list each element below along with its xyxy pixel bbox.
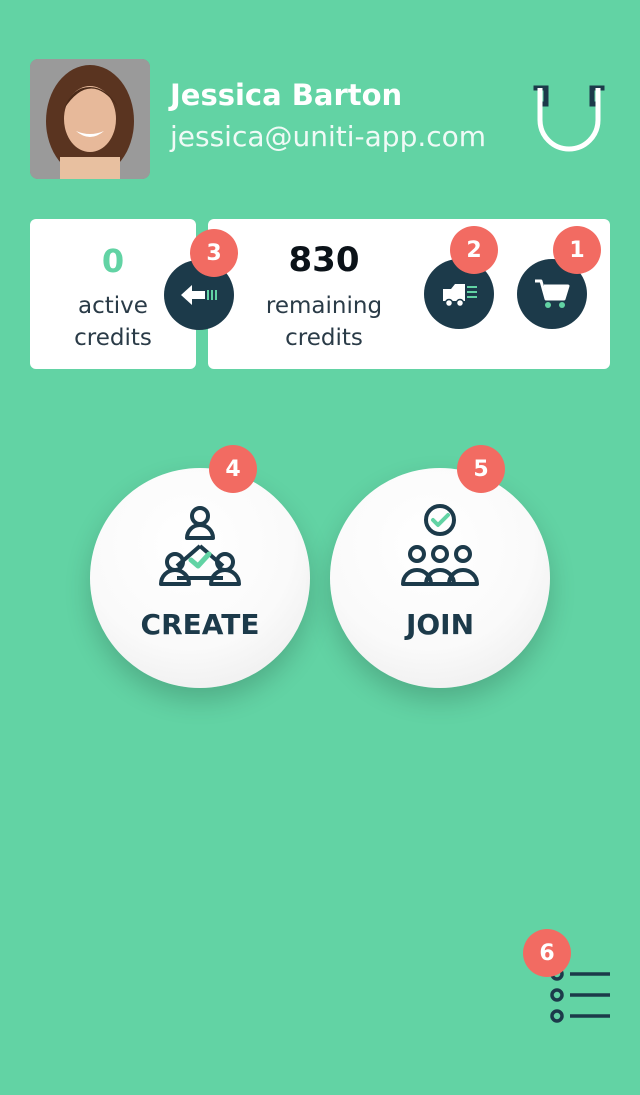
join-label: JOIN <box>405 608 475 641</box>
create-label: CREATE <box>140 608 260 641</box>
join-button[interactable]: JOIN <box>330 468 550 688</box>
create-button[interactable]: CREATE <box>90 468 310 688</box>
remaining-credits-label-line1: remaining <box>265 293 383 319</box>
menu-list-icon[interactable] <box>548 966 612 1024</box>
delivery-truck-icon <box>443 284 477 308</box>
badge-transfer: 3 <box>190 229 238 277</box>
remaining-credits-label-line2: credits <box>285 325 363 351</box>
avatar-photo <box>30 59 150 179</box>
create-group-icon <box>159 506 241 586</box>
arrow-left-icon <box>181 285 217 305</box>
user-name: Jessica Barton <box>170 78 403 112</box>
badge-create: 4 <box>209 445 257 493</box>
active-credits-label-line2: credits <box>74 325 152 351</box>
badge-menu: 6 <box>523 929 571 977</box>
join-group-icon <box>401 504 479 586</box>
user-email: jessica@uniti-app.com <box>170 120 487 153</box>
avatar[interactable] <box>30 59 150 179</box>
badge-delivery: 2 <box>450 226 498 274</box>
remaining-credits-value: 830 <box>288 240 360 280</box>
badge-cart: 1 <box>553 226 601 274</box>
shopping-cart-icon <box>535 279 570 308</box>
badge-join: 5 <box>457 445 505 493</box>
app-logo-icon[interactable] <box>528 78 610 160</box>
